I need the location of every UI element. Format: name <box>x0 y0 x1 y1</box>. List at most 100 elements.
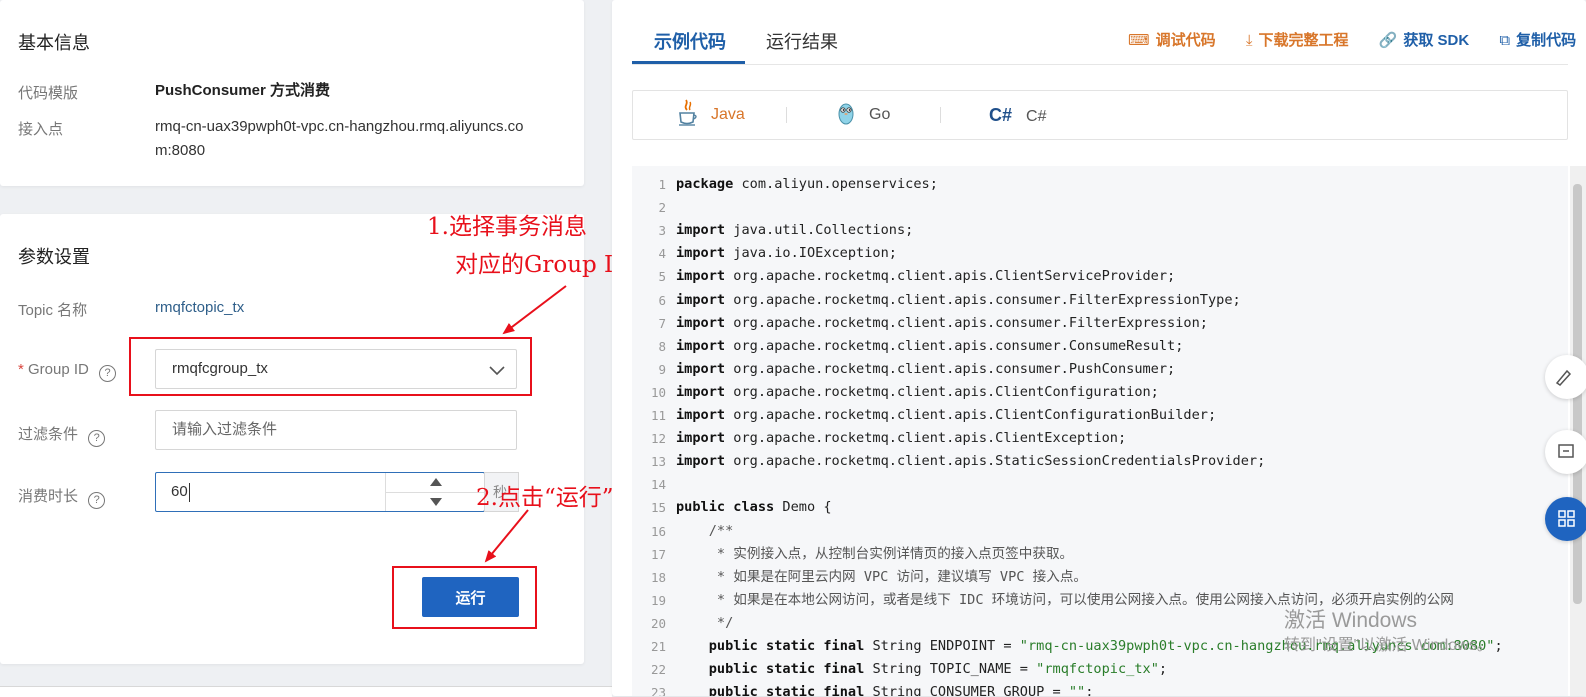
line-number: 18 <box>650 569 666 585</box>
float-feedback-button[interactable] <box>1545 430 1586 474</box>
code-text: import org.apache.rocketmq.client.apis.C… <box>676 268 1176 285</box>
download-project-label: 下载完整工程 <box>1258 32 1349 49</box>
debug-icon: ⌨ <box>1128 32 1150 49</box>
code-text: import java.io.IOException; <box>676 245 897 262</box>
code-text: import org.apache.rocketmq.client.apis.c… <box>676 337 1184 354</box>
code-text: import org.apache.rocketmq.client.apis.C… <box>676 383 1159 400</box>
code-line: 12 import org.apache.rocketmq.client.apis… <box>632 427 1568 450</box>
tab-sample-code[interactable]: 示例代码 <box>654 28 726 54</box>
code-text: public static final String TOPIC_NAME = … <box>708 661 1168 678</box>
line-number: 11 <box>650 408 666 423</box>
code-line: 10 import org.apache.rocketmq.client.apis… <box>632 381 1568 404</box>
code-line: 13 import org.apache.rocketmq.client.apis… <box>632 450 1568 473</box>
annotation-arrow-1 <box>502 285 567 335</box>
line-number: 15 <box>650 500 666 516</box>
download-project-button[interactable]: ⤓ 下载完整工程 <box>1246 29 1349 50</box>
line-number: 21 <box>650 639 666 654</box>
edit-icon <box>1555 369 1572 386</box>
java-cup-icon <box>679 99 697 126</box>
code-text: import java.util.Collections; <box>676 222 914 239</box>
code-line: 22 public static final String TOPIC_NAME… <box>632 658 1568 681</box>
line-number: 3 <box>658 223 666 239</box>
code-line: 1 package com.aliyun.openservices; <box>632 173 1568 196</box>
code-text: */ <box>676 614 734 631</box>
code-line: 23 public static final String CONSUMER_G… <box>632 681 1568 696</box>
line-number: 17 <box>650 546 666 562</box>
line-number: 8 <box>658 338 666 354</box>
code-line: 18 * 如果是在阿里云内网 VPC 访问，建议填写 VPC 接入点。 <box>632 566 1568 589</box>
active-tab-indicator <box>632 61 745 64</box>
code-line: 6 import org.apache.rocketmq.client.apis.… <box>632 289 1568 312</box>
get-sdk-label: 获取 SDK <box>1403 32 1470 49</box>
line-number: 13 <box>650 454 666 470</box>
line-number: 4 <box>658 246 666 262</box>
line-number: 6 <box>658 292 666 308</box>
lang-java[interactable]: Java <box>677 91 745 139</box>
link-icon: 🔗 <box>1378 32 1398 49</box>
get-sdk-button[interactable]: 🔗 获取 SDK <box>1379 29 1470 50</box>
code-line: 3 import java.util.Collections; <box>632 219 1568 242</box>
tab-run-result[interactable]: 运行结果 <box>766 28 838 54</box>
code-text: import org.apache.rocketmq.client.apis.C… <box>676 407 1217 423</box>
code-text: import org.apache.rocketmq.client.apis.c… <box>676 314 1208 331</box>
feedback-icon <box>1558 444 1574 458</box>
lang-go-label: Go <box>869 106 891 123</box>
line-number: 5 <box>658 269 666 285</box>
code-text: * 实例接入点，从控制台实例详情页的接入点页签中获取。 <box>676 545 1074 562</box>
language-selector: Java Go C# C# <box>632 90 1568 140</box>
code-text: import org.apache.rocketmq.client.apis.C… <box>676 430 1127 447</box>
line-number: 14 <box>650 477 666 493</box>
code-panel: 示例代码 运行结果 ⌨ 调试代码 ⤓ 下载完整工程 🔗 获取 SDK ⧉ 复制代码 Ja… <box>612 0 1586 696</box>
debug-code-label: 调试代码 <box>1155 32 1216 49</box>
watermark-line1: 激活 Windows <box>1284 609 1418 632</box>
code-text: /** <box>676 522 734 539</box>
watermark-line2: 转到"设置"以激活 Windows。 <box>1284 637 1493 654</box>
code-line: 11 import org.apache.rocketmq.client.apis… <box>632 404 1568 427</box>
copy-code-label: 复制代码 <box>1516 32 1577 49</box>
code-text: public static final String CONSUMER_GROU… <box>708 684 1094 696</box>
annotation-arrow-2 <box>484 509 529 563</box>
lang-divider <box>940 107 941 123</box>
code-text: public class Demo { <box>676 499 832 516</box>
line-number: 10 <box>650 384 666 400</box>
line-number: 12 <box>650 431 666 447</box>
csharp-icon: C# <box>989 105 1013 125</box>
code-line: 15 public class Demo { <box>632 496 1568 519</box>
line-number: 19 <box>650 592 666 608</box>
code-line: 17 * 实例接入点，从控制台实例详情页的接入点页签中获取。 <box>632 543 1568 566</box>
code-line: 4 import java.io.IOException; <box>632 242 1568 265</box>
line-number: 2 <box>658 200 666 216</box>
grid-icon <box>1558 510 1575 527</box>
line-number: 20 <box>650 615 666 631</box>
windows-activation-watermark: 激活 Windows 转到"设置"以激活 Windows。 <box>1284 607 1493 657</box>
line-number: 7 <box>658 315 666 331</box>
copy-icon: ⧉ <box>1499 32 1511 49</box>
code-text: import org.apache.rocketmq.client.apis.c… <box>676 291 1241 308</box>
lang-go[interactable]: Go <box>837 91 890 139</box>
download-icon: ⤓ <box>1245 32 1253 49</box>
float-edit-button[interactable] <box>1545 355 1586 399</box>
lang-java-label: Java <box>711 106 745 123</box>
code-line: 14 <box>632 473 1568 496</box>
line-number: 1 <box>658 177 666 192</box>
float-menu-button[interactable] <box>1545 497 1586 541</box>
code-text: package com.aliyun.openservices; <box>676 176 938 192</box>
code-actions: ⌨ 调试代码 ⤓ 下载完整工程 🔗 获取 SDK ⧉ 复制代码 <box>1128 29 1576 50</box>
go-gopher-icon <box>838 103 854 125</box>
line-number: 16 <box>650 523 666 539</box>
code-line: 5 import org.apache.rocketmq.client.apis.… <box>632 265 1568 288</box>
code-text: import org.apache.rocketmq.client.apis.c… <box>676 360 1176 377</box>
line-number: 9 <box>658 361 666 377</box>
code-line: 7 import org.apache.rocketmq.client.apis.… <box>632 312 1568 335</box>
lang-csharp-label: C# <box>1026 108 1047 125</box>
line-number: 23 <box>650 685 666 696</box>
lang-divider <box>786 107 787 123</box>
debug-code-button[interactable]: ⌨ 调试代码 <box>1128 29 1216 50</box>
line-number: 22 <box>650 662 666 678</box>
code-line: 2 <box>632 196 1568 219</box>
code-text: * 如果是在阿里云内网 VPC 访问，建议填写 VPC 接入点。 <box>676 568 1088 585</box>
copy-code-button[interactable]: ⧉ 复制代码 <box>1499 29 1576 50</box>
code-text: import org.apache.rocketmq.client.apis.S… <box>676 453 1266 470</box>
code-line: 9 import org.apache.rocketmq.client.apis.… <box>632 358 1568 381</box>
lang-csharp[interactable]: C# C# <box>989 91 1046 139</box>
